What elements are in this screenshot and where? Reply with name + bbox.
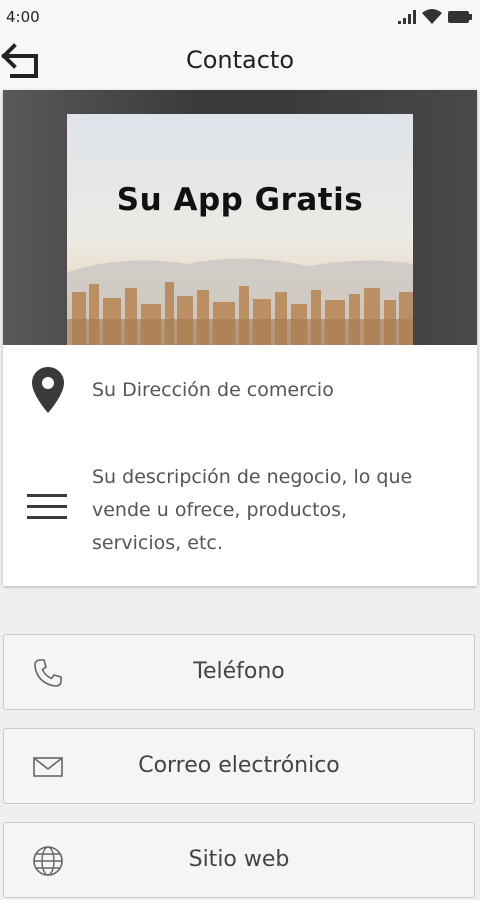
description-line: servicios, etc. [92, 532, 223, 554]
banner: Su App Gratis [3, 90, 477, 345]
contact-card: Su App Gratis Su Dirección de comercio S… [3, 90, 477, 586]
address-row: Su Dirección de comercio [3, 345, 477, 435]
status-bar: 4:00 [0, 0, 480, 34]
email-label: Correo electrónico [138, 753, 340, 778]
page-title: Contacto [185, 46, 295, 74]
address-text: Su Dirección de comercio [92, 379, 334, 401]
wifi-icon [422, 9, 442, 24]
banner-title: Su App Gratis [116, 182, 364, 218]
description-text: Su descripción de negocio, lo que vende … [92, 461, 412, 560]
email-button[interactable]: Correo electrónico [3, 728, 475, 804]
menu-lines-icon [27, 494, 67, 519]
website-label: Sitio web [188, 847, 290, 872]
app-bar: Contacto [0, 34, 480, 90]
phone-button[interactable]: Teléfono [3, 634, 475, 710]
status-time: 4:00 [6, 8, 40, 26]
phone-label: Teléfono [193, 659, 285, 684]
description-line: vende u ofrece, productos, [92, 499, 348, 521]
description-line: Su descripción de negocio, lo que [92, 466, 413, 488]
website-button[interactable]: Sitio web [3, 822, 475, 898]
description-row: Su descripción de negocio, lo que vende … [3, 435, 477, 586]
signal-icon [398, 9, 416, 24]
banner-image: Su App Gratis [67, 114, 413, 345]
battery-icon [448, 10, 472, 23]
status-icons [398, 9, 472, 24]
location-pin-icon [32, 367, 64, 413]
